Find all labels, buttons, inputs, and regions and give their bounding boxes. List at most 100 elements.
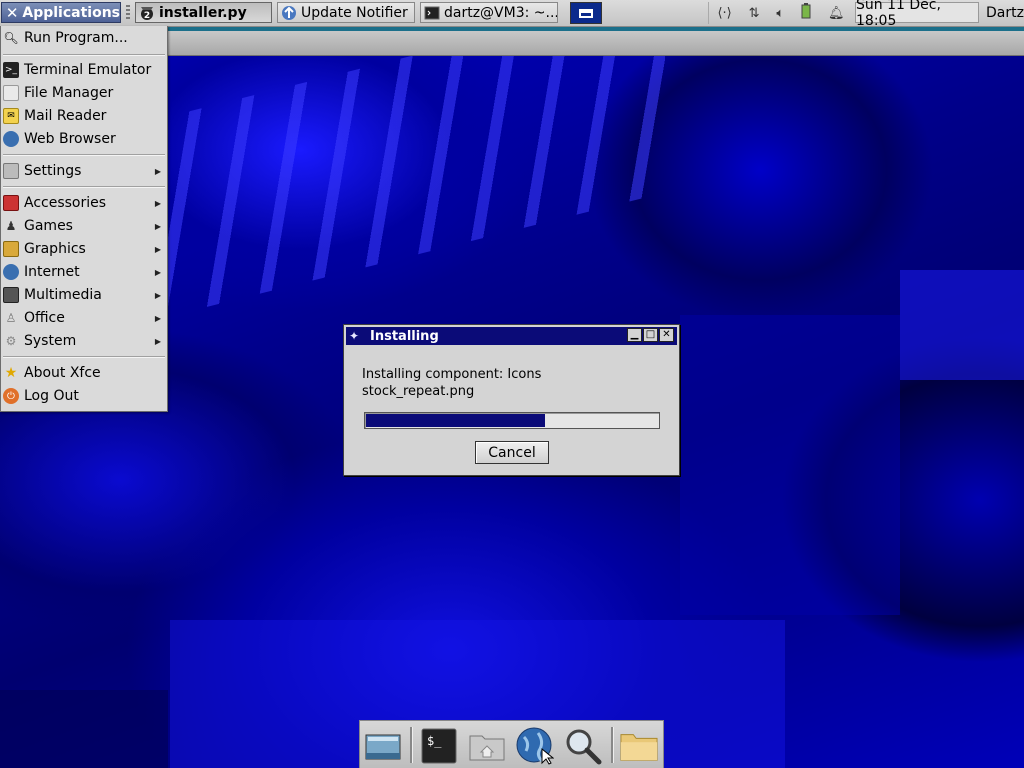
- terminal-icon: >_: [3, 62, 19, 78]
- search-icon: 🔍︎: [3, 31, 19, 45]
- menu-item-label: Graphics: [24, 241, 86, 257]
- search-icon[interactable]: [564, 727, 602, 765]
- window-list-button[interactable]: [570, 2, 602, 24]
- bottom-dock: $_: [359, 720, 664, 768]
- wallpaper-shape: [0, 690, 168, 768]
- notification-bell-icon[interactable]: 🔔︎: [828, 6, 845, 21]
- submenu-arrow-icon: ▶: [154, 221, 161, 231]
- menu-item-graphics[interactable]: Graphics ▶: [1, 238, 167, 260]
- svg-text:$_: $_: [427, 734, 442, 748]
- menu-item-about-xfce[interactable]: ★ About Xfce: [1, 362, 167, 384]
- menu-item-label: Internet: [24, 264, 80, 280]
- applications-label: Applications: [22, 4, 120, 21]
- network-icon[interactable]: ⟨·⟩: [717, 6, 731, 21]
- submenu-arrow-icon: ▶: [154, 166, 161, 176]
- menu-item-log-out[interactable]: ⏻ Log Out: [1, 385, 167, 407]
- applications-menu: 🔍︎ Run Program... >_ Terminal Emulator F…: [0, 26, 168, 412]
- multimedia-icon: [3, 287, 19, 303]
- installing-dialog: ✦ Installing ▁ □ ✕ Installing component:…: [343, 324, 680, 476]
- menu-item-internet[interactable]: Internet ▶: [1, 261, 167, 283]
- dialog-titlebar[interactable]: ✦ Installing ▁ □ ✕: [346, 327, 677, 345]
- menu-item-run-program[interactable]: 🔍︎ Run Program...: [1, 27, 167, 49]
- home-folder-icon[interactable]: [468, 727, 506, 765]
- menu-item-label: Games: [24, 218, 73, 234]
- terminal-icon: [424, 5, 440, 21]
- menu-item-label: Settings: [24, 163, 82, 179]
- menu-item-label: Multimedia: [24, 287, 102, 303]
- install-progress-bar: [364, 412, 660, 429]
- panel-grip[interactable]: [126, 5, 130, 20]
- system-gear-icon: ⚙: [5, 334, 17, 348]
- minimize-button[interactable]: ▁: [627, 328, 642, 342]
- menu-separator: [3, 356, 165, 358]
- globe-icon: [3, 264, 19, 280]
- clock[interactable]: Sun 11 Dec, 18:05: [855, 0, 979, 29]
- svg-text:2: 2: [144, 11, 150, 21]
- cancel-button[interactable]: Cancel: [475, 441, 549, 464]
- menu-item-terminal-emulator[interactable]: >_ Terminal Emulator: [1, 59, 167, 81]
- submenu-arrow-icon: ▶: [154, 290, 161, 300]
- xfce-logo-icon: ✕: [5, 3, 19, 22]
- accessories-icon: [3, 195, 19, 211]
- menu-item-label: Terminal Emulator: [24, 62, 152, 78]
- menu-item-multimedia[interactable]: Multimedia ▶: [1, 284, 167, 306]
- taskbar-item-terminal[interactable]: dartz@VM3: ~...: [420, 2, 558, 23]
- dock-separator: [410, 727, 413, 763]
- show-desktop-icon[interactable]: [364, 727, 402, 765]
- games-icon: ♟: [5, 219, 17, 233]
- menu-item-label: Log Out: [24, 388, 79, 404]
- menu-item-system[interactable]: ⚙ System ▶: [1, 330, 167, 352]
- menu-item-file-manager[interactable]: File Manager: [1, 82, 167, 104]
- transfer-arrows-icon[interactable]: ⇅: [749, 6, 760, 21]
- battery-icon[interactable]: [801, 3, 811, 23]
- web-browser-icon[interactable]: [516, 727, 554, 765]
- system-tray: ⟨·⟩ ⇅ 🔈︎ 🔔︎: [708, 2, 853, 24]
- menu-item-label: Mail Reader: [24, 108, 107, 124]
- menu-item-label: Office: [24, 310, 65, 326]
- menu-separator: [3, 186, 165, 188]
- close-button[interactable]: ✕: [659, 328, 674, 342]
- volume-icon[interactable]: 🔈︎: [776, 6, 784, 21]
- menu-item-web-browser[interactable]: Web Browser: [1, 128, 167, 150]
- menu-item-label: Accessories: [24, 195, 107, 211]
- logout-icon: ⏻: [3, 388, 19, 404]
- submenu-arrow-icon: ▶: [154, 244, 161, 254]
- user-name[interactable]: Dartz: [986, 2, 1024, 23]
- menu-separator: [3, 54, 165, 56]
- menu-item-games[interactable]: ♟ Games ▶: [1, 215, 167, 237]
- window-icon: [579, 8, 593, 18]
- taskbar-item-label: Update Notifier: [301, 4, 408, 21]
- taskbar-item-installer[interactable]: 2 installer.py: [135, 2, 272, 23]
- submenu-arrow-icon: ▶: [154, 267, 161, 277]
- menu-item-label: About Xfce: [24, 365, 101, 381]
- menu-item-mail-reader[interactable]: ✉ Mail Reader: [1, 105, 167, 127]
- applications-menu-button[interactable]: ✕ Applications: [1, 2, 121, 23]
- dialog-title: Installing: [370, 328, 439, 344]
- star-icon: ★: [4, 365, 18, 381]
- folder-icon[interactable]: [620, 727, 658, 765]
- menu-item-accessories[interactable]: Accessories ▶: [1, 192, 167, 214]
- install-status-text: Installing component: Icons: [362, 367, 542, 382]
- settings-icon: [3, 163, 19, 179]
- maximize-button[interactable]: □: [643, 328, 658, 342]
- terminal-icon[interactable]: $_: [420, 727, 458, 765]
- menu-item-label: File Manager: [24, 85, 114, 101]
- office-icon: ♙: [5, 311, 17, 325]
- install-file-text: stock_repeat.png: [362, 384, 475, 399]
- menu-item-office[interactable]: ♙ Office ▶: [1, 307, 167, 329]
- installer-app-icon: 2: [139, 5, 155, 21]
- wallpaper-shape: [900, 270, 1024, 380]
- install-wand-icon: ✦: [349, 329, 360, 343]
- graphics-icon: [3, 241, 19, 257]
- submenu-arrow-icon: ▶: [154, 336, 161, 346]
- menu-separator: [3, 154, 165, 156]
- menu-item-label: System: [24, 333, 77, 349]
- folder-icon: [3, 85, 19, 101]
- menu-item-settings[interactable]: Settings ▶: [1, 160, 167, 182]
- taskbar-item-update-notifier[interactable]: Update Notifier: [277, 2, 415, 23]
- menu-item-label: Run Program...: [24, 30, 128, 46]
- progress-fill: [366, 414, 546, 427]
- update-notifier-icon: [281, 5, 297, 21]
- submenu-arrow-icon: ▶: [154, 313, 161, 323]
- menu-item-label: Web Browser: [24, 131, 116, 147]
